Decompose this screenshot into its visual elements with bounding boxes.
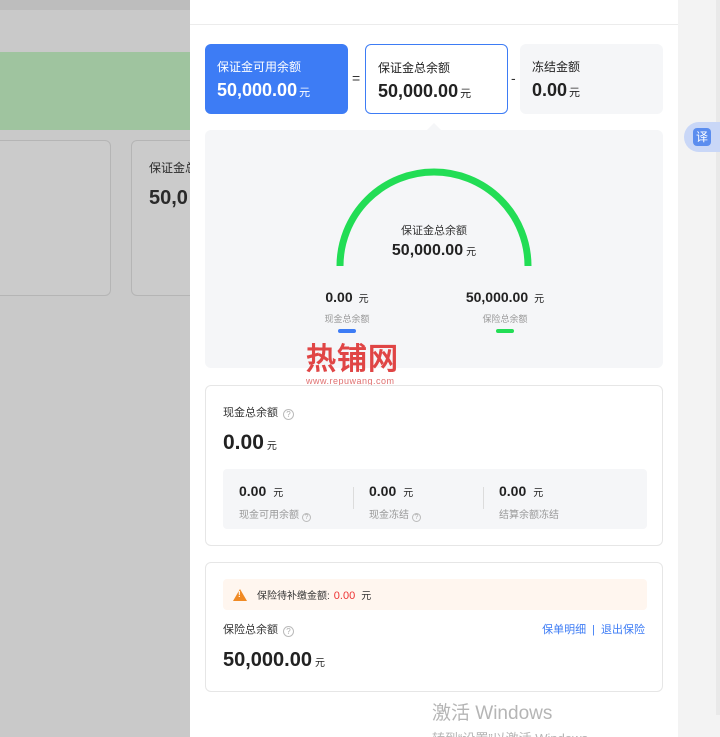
gauge-title: 保证金总余额	[401, 225, 467, 237]
legend-insurance-value: 50,000.00 元	[465, 289, 545, 305]
warning-icon	[233, 589, 247, 601]
insurance-links: 保单明细 | 退出保险	[542, 624, 645, 636]
cash-breakdown-panel: 0.00 元 现金可用余额? 0.00 元 现金冻结? 0.00 元 结算余额冻结	[223, 469, 647, 529]
background-header	[0, 0, 190, 10]
legend-cash-label: 现金总余额	[324, 314, 370, 324]
gauge-value: 50,000.00 元	[391, 242, 477, 259]
help-icon[interactable]: ?	[302, 513, 311, 522]
insurance-balance-value: 50,000.00 元	[223, 649, 325, 671]
frozen-amount-box: 冻结金额 0.00 元	[520, 44, 663, 114]
cash-frozen-item: 0.00 元 现金冻结?	[369, 483, 421, 522]
total-balance-label: 保证金总余额	[378, 61, 451, 75]
legend-cash-value: 0.00 元	[325, 289, 369, 305]
help-icon[interactable]: ?	[283, 409, 294, 420]
frozen-amount-label: 冻结金额	[532, 60, 581, 74]
background-card	[0, 140, 111, 296]
available-balance-label: 保证金可用余额	[217, 60, 302, 74]
scrollbar-track[interactable]	[716, 0, 720, 715]
divider	[483, 487, 484, 509]
insurance-warning-bar: 保险待补缴金额:0.00元	[223, 579, 647, 610]
help-icon[interactable]: ?	[412, 513, 421, 522]
exit-insurance-link[interactable]: 退出保险	[601, 624, 645, 636]
background-banner	[0, 52, 190, 130]
settlement-frozen-item: 0.00 元 结算余额冻结	[499, 483, 559, 521]
minus-sign: -	[511, 70, 516, 86]
cash-balance-card: 现金总余额? 0.00 元 0.00 元 现金可用余额? 0.00 元 现金冻结? 0…	[205, 385, 663, 546]
gauge-panel: 保证金总余额 50,000.00 元 0.00 元 现金总余额 50,000.00 元…	[205, 130, 663, 368]
watermark-logo: 热铺网 www.repuwang.com	[306, 343, 399, 387]
available-balance-value: 50,000.00 元	[217, 80, 311, 100]
translate-button[interactable]: 译	[684, 122, 720, 152]
frozen-amount-value: 0.00 元	[532, 80, 581, 100]
policy-details-link[interactable]: 保单明细	[542, 624, 586, 636]
equals-sign: =	[352, 70, 361, 86]
insurance-balance-title: 保险总余额?	[223, 621, 294, 637]
total-balance-box[interactable]: 保证金总余额 50,000.00 元	[365, 44, 508, 114]
browser-side-strip	[678, 0, 720, 737]
drawer-header	[190, 0, 678, 25]
insurance-balance-card: 保险待补缴金额:0.00元 保险总余额? 保单明细|退出保险 50,000.00…	[205, 562, 663, 692]
background-card-value: 50,0	[149, 187, 188, 209]
translate-icon: 译	[693, 128, 711, 146]
legend-insurance-label: 保险总余额	[482, 314, 528, 324]
legend-insurance-swatch	[496, 329, 514, 333]
windows-activation-watermark: 激活 Windows 转到“设置”以激活 Windows。	[432, 703, 601, 737]
legend-cash-swatch	[338, 329, 356, 333]
legend-insurance: 50,000.00 元 保险总余额	[435, 289, 575, 333]
available-balance-box: 保证金可用余额 50,000.00 元	[205, 44, 348, 114]
divider	[353, 487, 354, 509]
help-icon[interactable]: ?	[283, 626, 294, 637]
cash-available-item: 0.00 元 现金可用余额?	[239, 483, 311, 522]
total-balance-value: 50,000.00 元	[378, 81, 472, 101]
legend-cash: 0.00 元 现金总余额	[277, 289, 417, 333]
cash-balance-title: 现金总余额?	[223, 404, 294, 420]
warning-amount: 0.00	[333, 590, 356, 602]
cash-balance-value: 0.00 元	[223, 431, 277, 454]
